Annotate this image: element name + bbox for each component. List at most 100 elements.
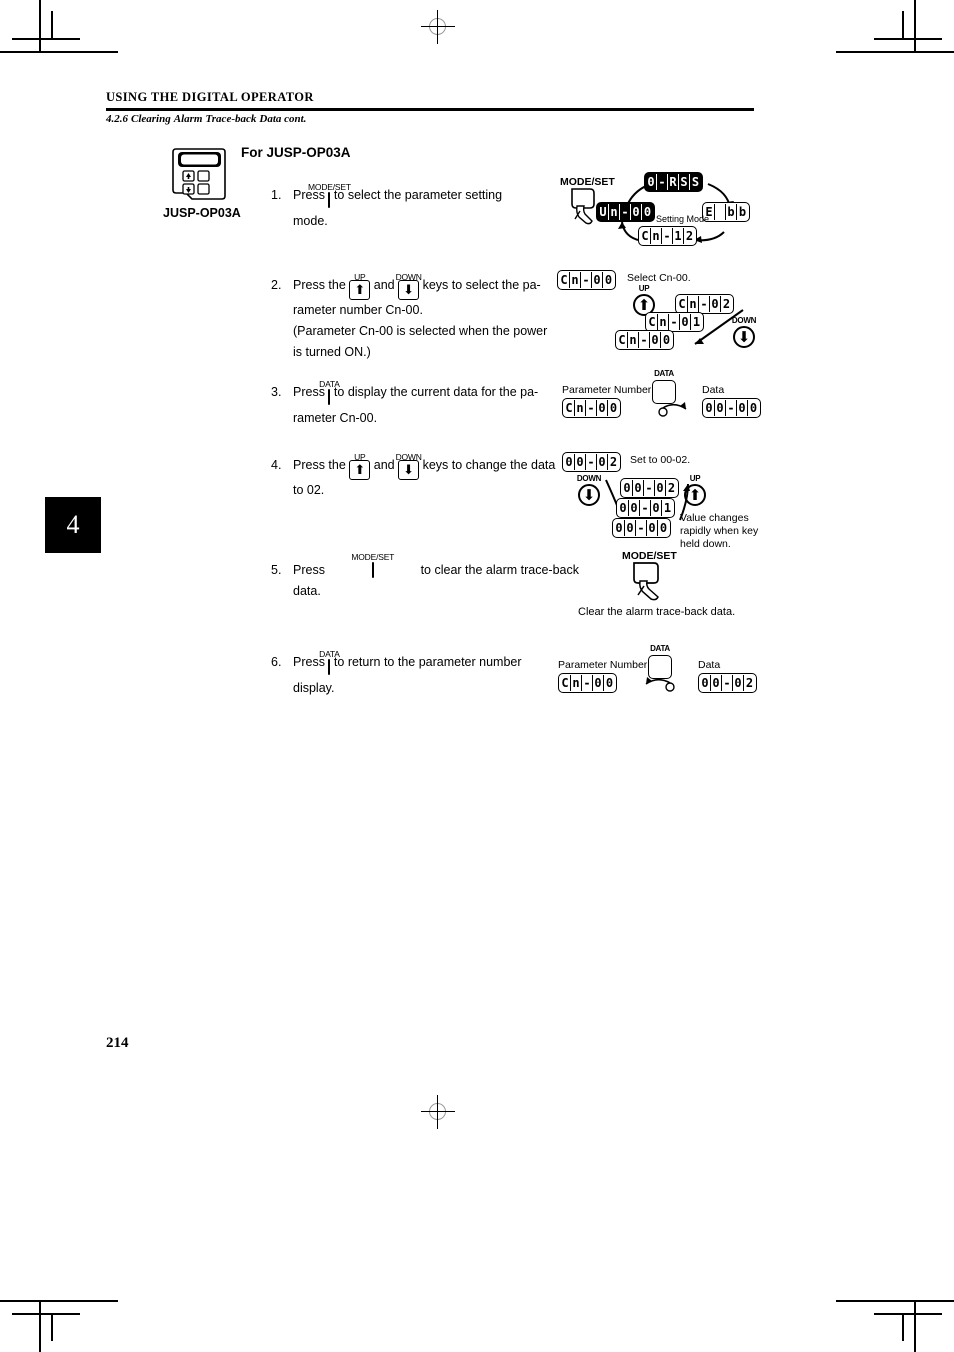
- step-6-line-2: display.: [293, 681, 335, 695]
- lcd-cell: 2: [609, 455, 618, 469]
- lcd-cell: -: [669, 314, 680, 330]
- diagram4-note: Value changes rapidly when key held down…: [680, 512, 759, 550]
- section-word-4: Data cont.: [259, 113, 307, 125]
- lcd-cell: 0: [597, 454, 608, 470]
- lcd-cell: 0: [710, 296, 721, 312]
- diagram6-data-key-icon[interactable]: DATA: [648, 644, 672, 679]
- mode-set-key-icon[interactable]: MODE/SET: [308, 182, 351, 211]
- lcd-cell: 1: [663, 501, 672, 515]
- lcd-cell: 0: [631, 204, 642, 220]
- step-4-text-before: Press the: [293, 458, 346, 472]
- diagram2-caption: Select Cn-00.: [627, 272, 691, 284]
- lcd-cell: n: [609, 204, 620, 220]
- lcd-cell: -: [644, 480, 655, 496]
- step-5-line-1: Press MODE/SET to clear the alarm trace-…: [293, 552, 579, 581]
- lcd-cell: -: [699, 296, 710, 312]
- step-2-number: 2.: [271, 278, 282, 292]
- step-1-line-2: mode.: [293, 214, 328, 228]
- diagram1-center-label: Setting Mode: [656, 214, 710, 224]
- step-4-text-after: keys to change the data: [422, 458, 556, 472]
- up-key-label: UP: [354, 271, 366, 282]
- data-key-label: DATA: [319, 379, 340, 389]
- lcd-cell: S: [679, 174, 690, 190]
- mode-set-key-label: MODE/SET: [351, 552, 395, 562]
- page-title: For JUSP-OP03A: [241, 145, 351, 160]
- section-word-3: Trace-back: [205, 113, 257, 125]
- lcd-cell: b: [738, 205, 747, 219]
- lcd-cell: 0: [575, 454, 586, 470]
- diagram-mode-cycle: MODE/SET 0 - R S S E b b C n - 1 2 U n -…: [556, 170, 756, 248]
- step-6-number: 6.: [271, 655, 282, 669]
- lcd-cell: C: [617, 332, 628, 348]
- lcd-cell: 0: [629, 500, 640, 516]
- diagram-return-parameter: Parameter Number Data C n - 0 0 DATA 0 0…: [558, 644, 758, 697]
- lcd-cell: 0: [643, 205, 652, 219]
- diagram2-main-display: C n - 0 0: [557, 270, 616, 290]
- lcd-cell: 1: [673, 228, 684, 244]
- down-key-label: DOWN: [395, 271, 422, 282]
- step-2-line-2: rameter number Cn-00.: [293, 302, 423, 317]
- lcd-cell: 0: [651, 500, 662, 516]
- page-number: 214: [106, 1035, 129, 1051]
- step-3-number: 3.: [271, 385, 282, 399]
- lcd-cell: -: [726, 400, 737, 416]
- diagram4-main-display: 0 0 - 0 2: [562, 452, 621, 472]
- step-1-text-after: to select the parameter setting: [333, 188, 503, 202]
- data-key-icon[interactable]: DATA: [319, 379, 340, 408]
- diagram-select-parameter: C n - 0 0 Select Cn-00. UP ⬆ DOWN ⬇ C n …: [557, 268, 757, 354]
- step-2-text-after: keys to select the pa-: [422, 278, 541, 292]
- lcd-cell: 0: [593, 675, 604, 691]
- up-key-icon[interactable]: UP ⬆: [349, 452, 371, 480]
- crop-mark-top-right: [834, 0, 954, 80]
- lcd-cell: 1: [692, 315, 701, 329]
- step-2-line-1: Press the UP ⬆ and DOWN ⬇ keys to select…: [293, 272, 589, 300]
- data-key-icon[interactable]: DATA: [319, 649, 340, 678]
- lcd-cell: 0: [604, 273, 613, 287]
- lcd-cell: 0: [749, 401, 758, 415]
- diagram3-left-label: Parameter Number: [562, 384, 652, 396]
- lcd-cell: C: [564, 400, 575, 416]
- lcd-cell: U: [598, 204, 609, 220]
- lcd-cell: 0: [662, 333, 671, 347]
- diagram4-seq-top: 0 0 - 0 2: [620, 478, 679, 498]
- diagram1-display-top: 0 - R S S: [644, 172, 703, 192]
- step-4-number: 4.: [271, 458, 282, 472]
- diagram3-right-label: Data: [702, 384, 725, 396]
- diagram3-data-key-icon[interactable]: DATA: [652, 369, 676, 404]
- step-3-line-2: rameter Cn-00.: [293, 411, 378, 425]
- step-2: 2. Press the UP ⬆ and DOWN ⬇ keys to sel…: [271, 272, 571, 363]
- lcd-cell: b: [726, 204, 737, 220]
- diagram-show-data: Parameter Number Data C n - 0 0 DATA 0 0…: [562, 369, 762, 422]
- lcd-cell: C: [677, 296, 688, 312]
- lcd-cell: 0: [633, 480, 644, 496]
- mode-set-key-icon[interactable]: MODE/SET: [351, 552, 394, 581]
- lcd-cell: n: [658, 314, 669, 330]
- diagram-clear-data: MODE/SET Clear the alarm trace-back data…: [578, 548, 778, 620]
- lcd-cell: 0: [618, 500, 629, 516]
- down-key-icon[interactable]: DOWN ⬇: [396, 272, 422, 300]
- diagram4-caption: Set to 00-02.: [630, 454, 691, 466]
- down-key-label: DOWN: [395, 451, 422, 462]
- lcd-cell: R: [668, 174, 679, 190]
- lcd-cell: S: [691, 175, 700, 189]
- lcd-cell: 0: [700, 675, 711, 691]
- lcd-cell: C: [640, 228, 651, 244]
- down-key-icon[interactable]: DOWN ⬇: [396, 452, 422, 480]
- registration-target-bottom: [421, 1095, 455, 1129]
- lcd-cell: C: [560, 675, 571, 691]
- diagram5-caption: Clear the alarm trace-back data.: [578, 606, 736, 618]
- step-3: 3. Press DATA to display the current dat…: [271, 379, 571, 429]
- lcd-cell: -: [586, 400, 597, 416]
- lcd-cell: n: [688, 296, 699, 312]
- step-4: 4. Press the UP ⬆ and DOWN ⬇ keys to cha…: [271, 452, 571, 501]
- mode-set-key-label: MODE/SET: [308, 182, 351, 192]
- lcd-cell: -: [586, 454, 597, 470]
- step-5-text-before: Press: [293, 563, 325, 577]
- lcd-cell: -: [582, 675, 593, 691]
- lcd-cell: 2: [685, 229, 694, 243]
- lcd-cell: 2: [722, 297, 731, 311]
- up-key-icon[interactable]: UP ⬆: [349, 272, 371, 300]
- lcd-cell: [715, 204, 726, 220]
- lcd-cell: 0: [659, 521, 668, 535]
- lcd-cell: n: [571, 675, 582, 691]
